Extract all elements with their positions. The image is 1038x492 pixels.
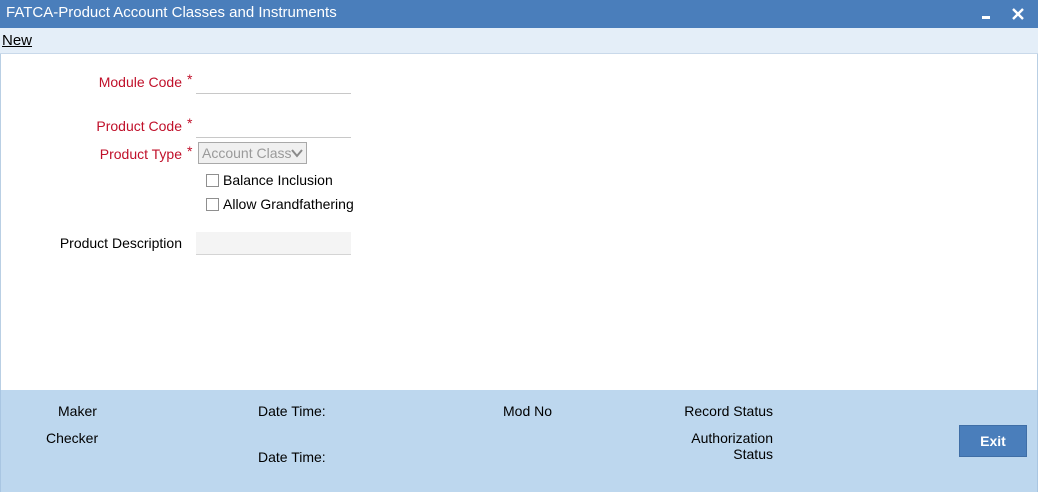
authorization-status-label-line2: Status	[733, 446, 773, 462]
allow-grandfathering-row: Allow Grandfathering	[206, 196, 354, 212]
module-code-input[interactable]	[196, 72, 351, 94]
close-button[interactable]	[1006, 0, 1030, 28]
product-code-required-mark: *	[187, 115, 193, 131]
window-titlebar: FATCA-Product Account Classes and Instru…	[0, 0, 1038, 28]
product-type-label: Product Type	[99, 146, 182, 162]
minimize-icon	[980, 8, 992, 20]
form-area: Module Code * Product Code * Product Typ…	[0, 54, 1038, 390]
toolbar: New	[0, 28, 1038, 54]
new-link[interactable]: New	[2, 32, 32, 49]
minimize-button[interactable]	[974, 0, 998, 28]
close-icon	[1011, 7, 1025, 21]
exit-button[interactable]: Exit	[959, 425, 1027, 457]
record-status-label: Record Status	[684, 403, 773, 419]
mod-no-label: Mod No	[503, 403, 553, 419]
module-code-label: Module Code	[98, 74, 182, 90]
product-description-label: Product Description	[59, 235, 182, 251]
checker-date-time-label: Date Time:	[258, 449, 326, 465]
allow-grandfathering-label: Allow Grandfathering	[223, 196, 354, 212]
product-description-input[interactable]	[196, 232, 351, 255]
product-type-select[interactable]: Account Class	[198, 142, 307, 164]
product-type-required-mark: *	[187, 143, 193, 159]
checker-label: Checker	[46, 430, 99, 446]
module-code-required-mark: *	[187, 71, 193, 87]
product-type-selected-value: Account Class	[202, 145, 292, 161]
allow-grandfathering-checkbox[interactable]	[206, 197, 219, 211]
balance-inclusion-row: Balance Inclusion	[206, 172, 333, 188]
audit-footer: Maker Checker Date Time: Date Time: Mod …	[0, 390, 1038, 492]
balance-inclusion-label: Balance Inclusion	[223, 172, 333, 188]
authorization-status-label-line1: Authorization	[691, 430, 773, 446]
chevron-down-icon	[290, 146, 304, 163]
product-code-label: Product Code	[96, 118, 182, 134]
maker-label: Maker	[58, 403, 97, 419]
maker-date-time-label: Date Time:	[258, 403, 326, 419]
product-code-input[interactable]	[196, 116, 351, 138]
window-title: FATCA-Product Account Classes and Instru…	[6, 4, 337, 21]
balance-inclusion-checkbox[interactable]	[206, 173, 219, 187]
